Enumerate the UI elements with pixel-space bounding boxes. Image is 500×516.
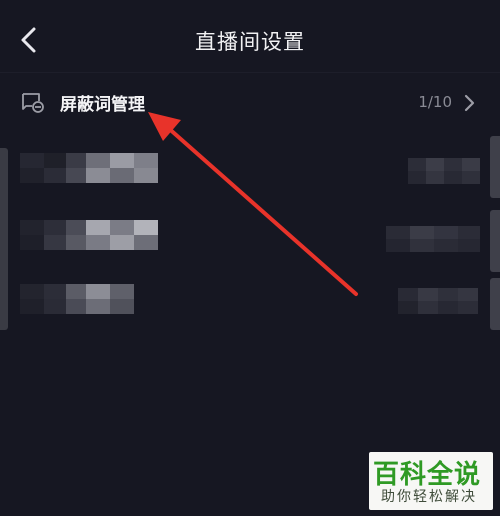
right-edge-tab-2 xyxy=(490,210,500,272)
obscured-row-3-right xyxy=(398,288,478,314)
obscured-row-2-right xyxy=(386,226,480,252)
watermark-subtitle: 助你轻松解决 xyxy=(381,489,477,505)
blocked-words-row[interactable]: 屏蔽词管理 1/10 xyxy=(0,80,500,126)
obscured-row-3 xyxy=(20,284,140,314)
header-divider xyxy=(0,72,500,73)
right-edge-tab-3 xyxy=(490,278,500,330)
chat-block-icon xyxy=(22,93,44,113)
chevron-right-icon xyxy=(464,94,475,112)
obscured-row-1-right xyxy=(408,158,480,184)
obscured-row-1 xyxy=(20,153,160,183)
obscured-row-2 xyxy=(20,220,160,250)
page-title: 直播间设置 xyxy=(195,30,305,54)
right-edge-tab-1 xyxy=(490,136,500,198)
left-edge-panel xyxy=(0,148,8,330)
blocked-words-count: 1/10 xyxy=(418,93,452,111)
baike-watermark-logo: 百科全说 助你轻松解决 xyxy=(369,452,493,510)
blocked-words-label: 屏蔽词管理 xyxy=(60,95,145,115)
top-bar: 直播间设置 xyxy=(0,0,500,82)
